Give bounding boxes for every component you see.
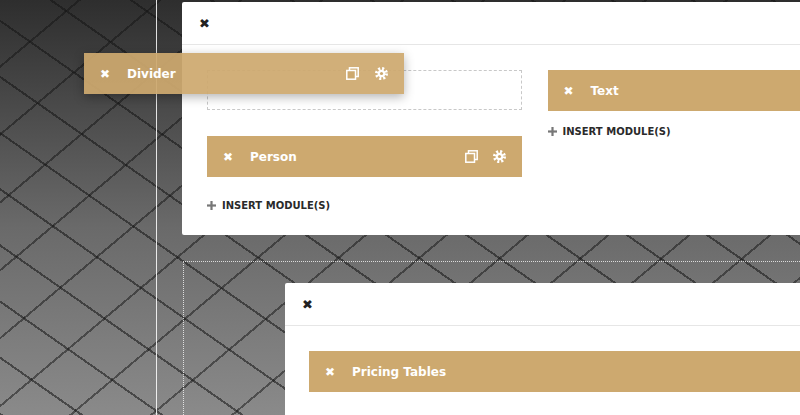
row-body: ✖ Pricing Tables	[285, 326, 800, 412]
column: ✖ Pricing Tables	[309, 351, 800, 392]
section: ✖ ✖ Person INSERT MODULE(S) ✖ Text INSERT MODU…	[0, 0, 800, 235]
module-label: Pricing Tables	[352, 365, 446, 379]
row-card: ✖ ✖ Person INSERT MODULE(S) ✖ Text INSERT MODU…	[182, 2, 800, 235]
plus-icon	[207, 201, 216, 210]
module-label: Divider	[127, 67, 176, 81]
row-card: ✖ ✖ Pricing Tables	[285, 283, 800, 415]
gear-icon[interactable]	[493, 150, 506, 163]
module-close-button[interactable]: ✖	[100, 67, 112, 81]
module[interactable]: ✖ Pricing Tables	[309, 351, 800, 392]
row-close-button[interactable]: ✖	[199, 16, 210, 31]
module[interactable]: ✖ Person	[207, 136, 522, 177]
gear-icon[interactable]	[375, 67, 388, 80]
copy-icon[interactable]	[346, 67, 359, 80]
section: ✖ ✖ Pricing Tables	[183, 261, 800, 415]
insert-module-button[interactable]: INSERT MODULE(S)	[548, 126, 800, 137]
plus-icon	[548, 127, 557, 136]
module-label: Text	[591, 84, 619, 98]
copy-icon[interactable]	[465, 150, 478, 163]
module-close-button[interactable]: ✖	[223, 150, 235, 164]
module-close-button[interactable]: ✖	[325, 365, 337, 379]
module[interactable]: ✖ Text	[548, 70, 800, 111]
row-header: ✖	[285, 283, 800, 326]
dragged-module[interactable]: ✖ Divider	[84, 53, 404, 94]
column: ✖ Text INSERT MODULE(S)	[548, 70, 800, 211]
insert-module-label: INSERT MODULE(S)	[222, 200, 330, 211]
insert-module-button[interactable]: INSERT MODULE(S)	[207, 200, 522, 211]
module-actions	[465, 150, 506, 163]
module-label: Person	[250, 150, 297, 164]
insert-module-label: INSERT MODULE(S)	[563, 126, 671, 137]
module-actions	[346, 67, 388, 80]
row-header: ✖	[182, 2, 800, 45]
module-close-button[interactable]: ✖	[564, 84, 576, 98]
builder-canvas: ✖ ✖ Person INSERT MODULE(S) ✖ Text INSERT MODU…	[0, 0, 800, 415]
row-close-button[interactable]: ✖	[302, 297, 313, 312]
